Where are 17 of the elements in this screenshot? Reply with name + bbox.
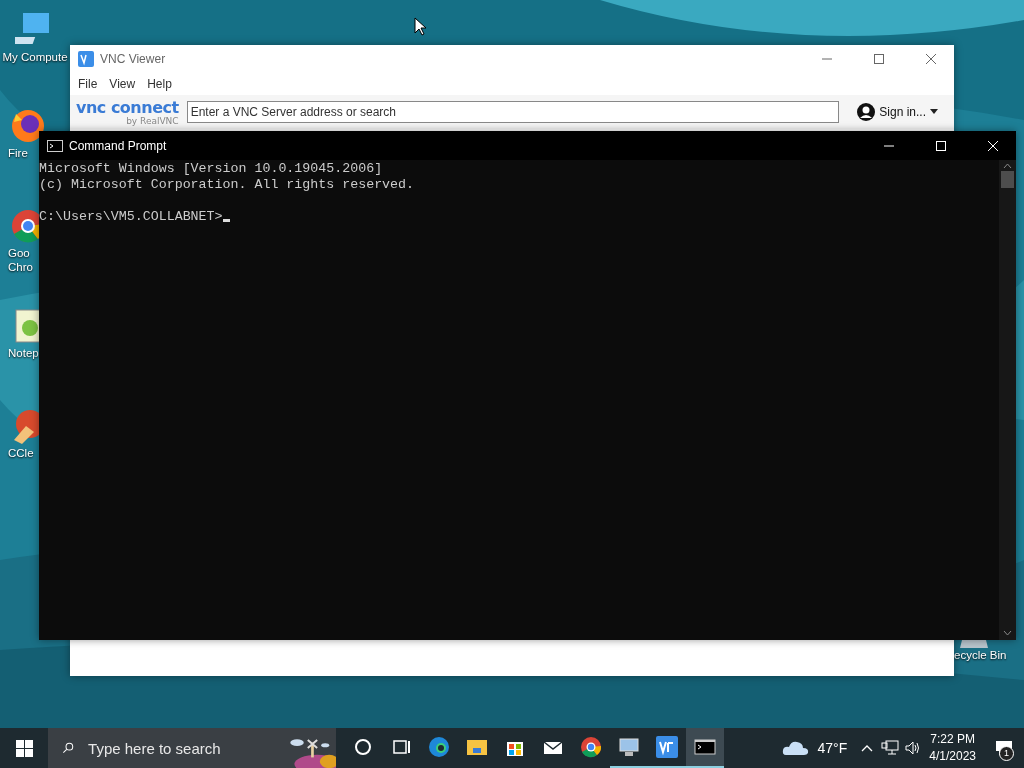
search-field[interactable]: Type here to search: [86, 738, 290, 758]
vnc-app-icon: [655, 735, 679, 759]
clock[interactable]: 7:22 PM 4/1/2023: [921, 731, 984, 765]
taskbar-app[interactable]: [686, 728, 724, 768]
notification-count: 1: [999, 746, 1014, 761]
time: 7:22 PM: [930, 731, 975, 748]
windows-icon: [15, 739, 33, 757]
notifications-button[interactable]: 1: [984, 728, 1024, 768]
temperature: 47°F: [817, 740, 848, 756]
date: 4/1/2023: [929, 748, 976, 765]
network-icon[interactable]: [881, 740, 900, 756]
volume-icon[interactable]: [905, 740, 922, 756]
search-box[interactable]: Type here to search: [48, 728, 336, 768]
show-hidden-icons-icon[interactable]: [861, 744, 874, 752]
chrome-icon: [579, 735, 603, 759]
cloud-icon: [781, 739, 810, 757]
monitor-icon: [617, 735, 641, 759]
